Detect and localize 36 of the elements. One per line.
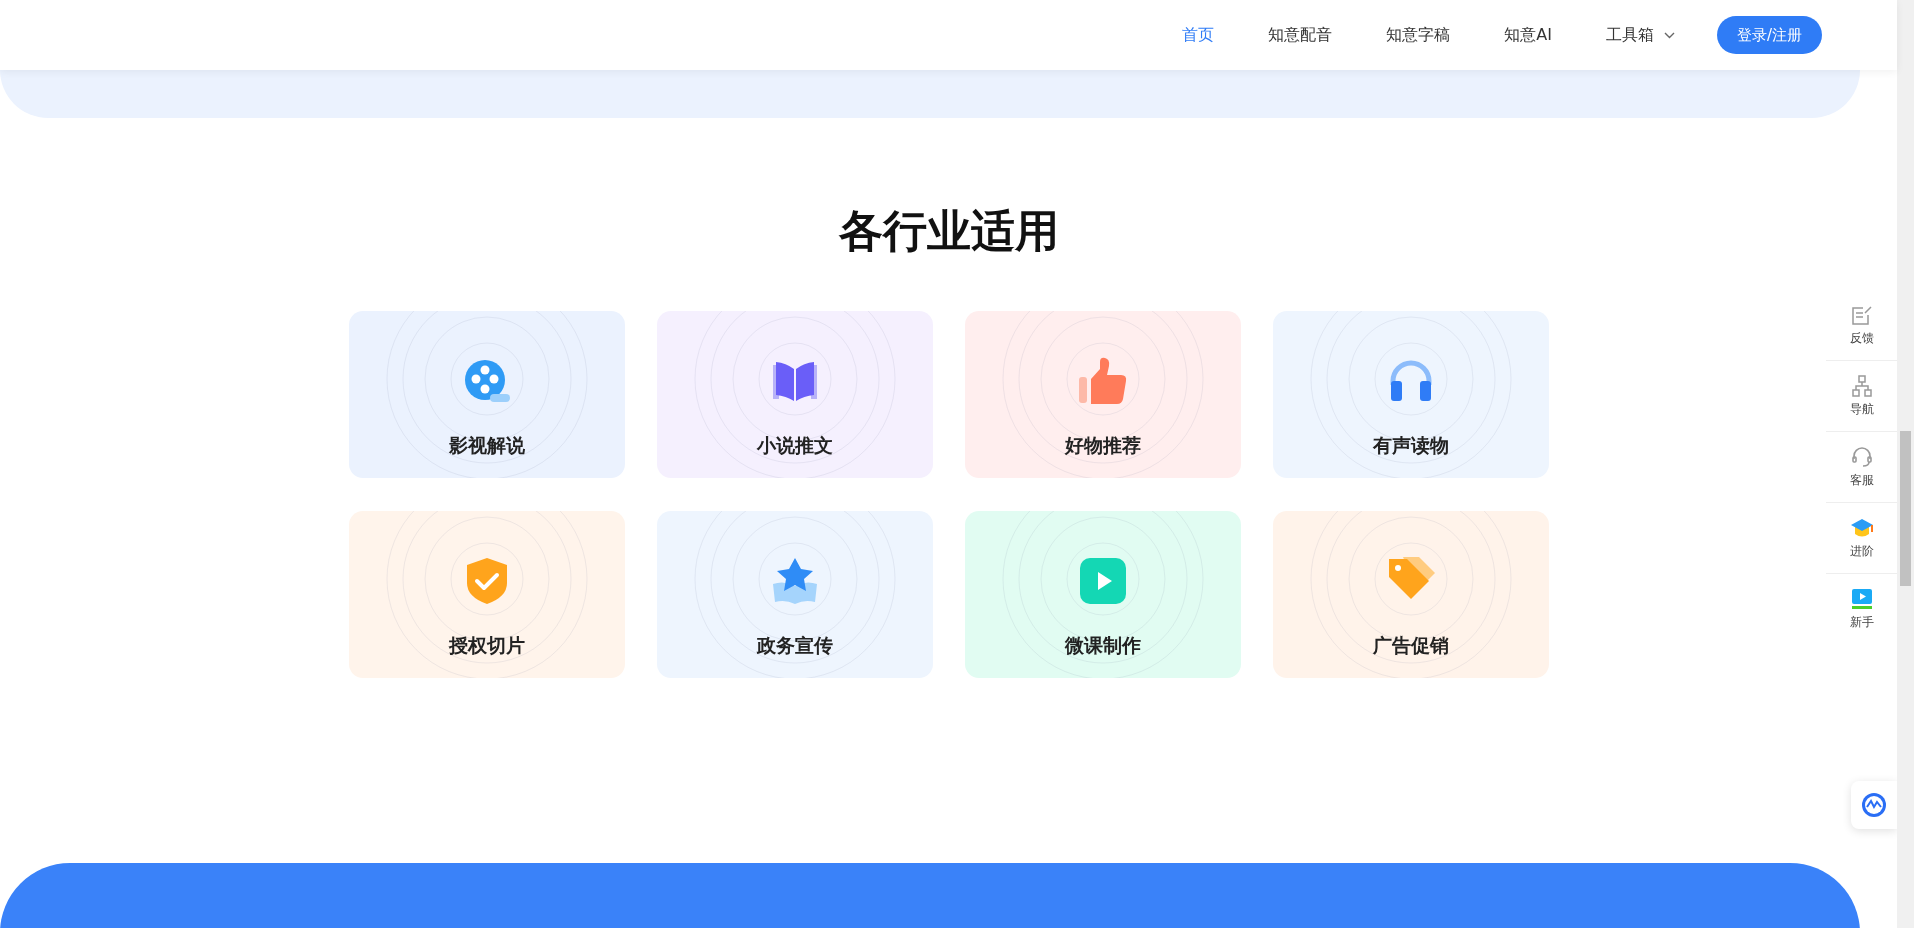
thumbs-up-icon	[1076, 355, 1129, 407]
scrollbar[interactable]	[1897, 0, 1914, 928]
card-label: 广告促销	[1372, 633, 1449, 658]
card-label: 小说推文	[756, 433, 833, 458]
headset-icon	[1850, 445, 1873, 468]
nav-link[interactable]: 工具箱	[1578, 24, 1701, 46]
nav-link[interactable]: 知意AI	[1476, 24, 1578, 46]
sidebar-item[interactable]: 新手	[1826, 574, 1897, 644]
industry-card[interactable]: 小说推文	[656, 311, 933, 478]
video-play-icon	[1850, 587, 1873, 610]
login-button[interactable]: 登录/注册	[1717, 16, 1822, 54]
shield-check-icon	[464, 555, 509, 607]
feedback-icon	[1850, 303, 1873, 326]
industry-card[interactable]: 好物推荐	[964, 311, 1241, 478]
card-label: 微课制作	[1064, 633, 1141, 658]
graduation-cap-icon	[1849, 516, 1874, 539]
card-label: 政务宣传	[756, 633, 833, 658]
industry-card[interactable]: 影视解说	[348, 311, 625, 478]
play-icon	[1078, 555, 1127, 607]
card-label: 有声读物	[1372, 433, 1449, 458]
nav-link[interactable]: 知意字稿	[1358, 24, 1477, 46]
section-title: 各行业适用	[838, 204, 1059, 258]
nav-link[interactable]: 首页	[1154, 24, 1241, 46]
industry-card[interactable]: 授权切片	[348, 511, 625, 678]
assistant-logo-icon	[1861, 792, 1887, 818]
card-label: 好物推荐	[1064, 433, 1141, 458]
assistant-button[interactable]	[1851, 781, 1897, 829]
scrollbar-thumb[interactable]	[1900, 431, 1911, 586]
card-label: 影视解说	[448, 433, 525, 458]
industry-card[interactable]: 政务宣传	[656, 511, 933, 678]
sitemap-icon	[1850, 374, 1873, 397]
industry-card[interactable]: 广告促销	[1272, 511, 1549, 678]
industry-card[interactable]: 有声读物	[1272, 311, 1549, 478]
industry-card[interactable]: 微课制作	[964, 511, 1241, 678]
card-label: 授权切片	[448, 633, 525, 658]
nav-link[interactable]: 知意配音	[1240, 24, 1359, 46]
